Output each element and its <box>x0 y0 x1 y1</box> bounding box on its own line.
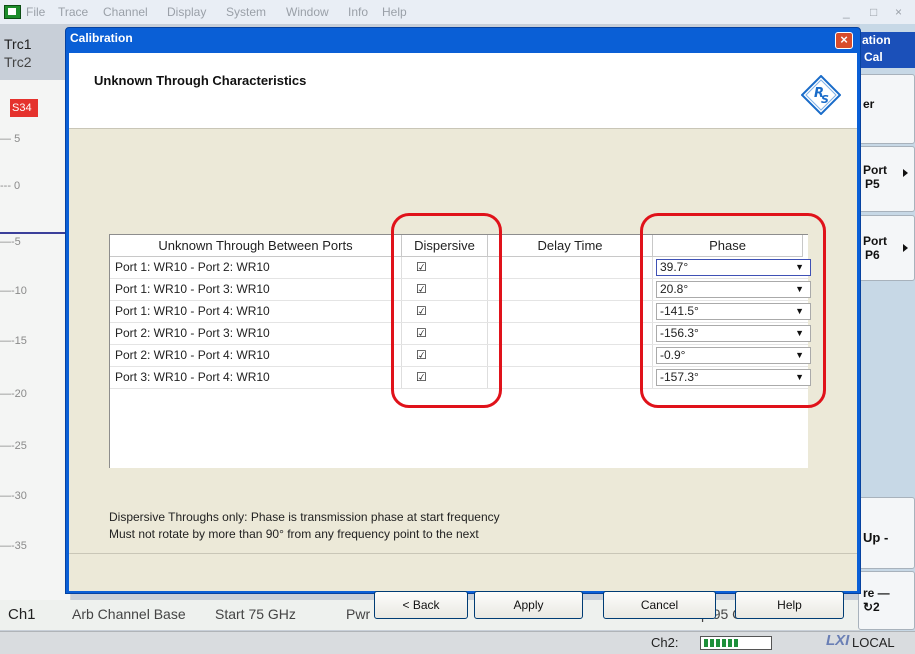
trace-line <box>0 232 70 234</box>
dialog-header: Unknown Through Characteristics R S <box>69 53 857 129</box>
restore-icon[interactable]: □ <box>870 5 877 19</box>
menu-window[interactable]: Window <box>286 5 329 19</box>
dialog-title: Calibration <box>70 31 133 45</box>
menu-info[interactable]: Info <box>348 5 368 19</box>
status-bar <box>0 631 915 654</box>
local-status: LOCAL <box>852 635 895 650</box>
port-pair-label: Port 1: WR10 - Port 2: WR10 <box>115 260 270 274</box>
dialog-body: Unknown Through Characteristics R S Unkn… <box>69 53 857 619</box>
note-line-1: Dispersive Throughs only: Phase is trans… <box>109 510 500 524</box>
port-pair-label: Port 3: WR10 - Port 4: WR10 <box>115 370 270 384</box>
channel-label: Ch1 <box>8 606 36 623</box>
softkey-up[interactable]: Up - <box>858 497 915 569</box>
trace-label-trc2[interactable]: Trc2 <box>4 54 32 70</box>
start-frequency[interactable]: Start 75 GHz <box>215 606 296 622</box>
y-tick: —-15 <box>0 335 27 347</box>
port-pair-label: Port 2: WR10 - Port 3: WR10 <box>115 326 270 340</box>
softkey-port-p5[interactable]: Port P5 <box>858 146 915 212</box>
ch2-progress-meter <box>700 636 772 650</box>
phase-highlight <box>640 213 826 408</box>
menu-bar: File Trace Channel Display System Window… <box>0 0 915 24</box>
y-tick: —-10 <box>0 285 27 297</box>
trace-label-trc1[interactable]: Trc1 <box>4 36 31 52</box>
submenu-arrow-icon <box>903 169 908 177</box>
column-header-ports: Unknown Through Between Ports <box>110 235 402 257</box>
trace-label-s34[interactable]: S34 <box>10 99 38 117</box>
port-pair-label: Port 1: WR10 - Port 4: WR10 <box>115 304 270 318</box>
note-line-2: Must not rotate by more than 90° from an… <box>109 527 479 541</box>
back-button[interactable]: < Back <box>374 591 468 619</box>
apply-button[interactable]: Apply <box>474 591 583 619</box>
help-button[interactable]: Help <box>735 591 844 619</box>
y-tick: —-35 <box>0 540 27 552</box>
port-pair-label: Port 1: WR10 - Port 3: WR10 <box>115 282 270 296</box>
y-tick: --- 0 <box>0 180 21 192</box>
softkey-port-p6[interactable]: Port P6 <box>858 215 915 281</box>
softkey-1[interactable]: er <box>858 74 915 144</box>
port-pair-label: Port 2: WR10 - Port 4: WR10 <box>115 348 270 362</box>
y-tick: —-20 <box>0 388 27 400</box>
channel-base: Arb Channel Base <box>72 606 186 622</box>
menu-system[interactable]: System <box>226 5 266 19</box>
calibration-dialog: Calibration × Unknown Through Characteri… <box>65 27 861 619</box>
close-window-icon[interactable]: × <box>895 5 902 19</box>
dispersive-highlight <box>391 213 502 408</box>
menu-trace[interactable]: Trace <box>58 5 88 19</box>
ch2-label: Ch2: <box>651 635 679 650</box>
column-header-delay-time: Delay Time <box>488 235 653 257</box>
svg-text:S: S <box>821 93 829 106</box>
app-icon <box>4 5 21 19</box>
menu-file[interactable]: File <box>26 5 45 19</box>
cancel-button[interactable]: Cancel <box>603 591 716 619</box>
close-icon[interactable]: × <box>835 32 853 49</box>
softkey-more[interactable]: re — ↻2 <box>858 571 915 630</box>
dialog-divider <box>69 553 857 554</box>
trace-diagram-area: — 5 --- 0 —-5 —-10 —-15 —-20 —-25 —-30 —… <box>0 80 71 600</box>
softkey-panel-title: ation Cal <box>858 32 915 68</box>
y-tick: —-25 <box>0 440 27 452</box>
rohde-schwarz-logo-icon: R S <box>801 75 841 115</box>
y-tick: —-30 <box>0 490 27 502</box>
y-tick: —-5 <box>0 236 21 248</box>
lxi-logo: LXI <box>826 632 850 649</box>
menu-display[interactable]: Display <box>167 5 206 19</box>
submenu-arrow-icon <box>903 244 908 252</box>
menu-help[interactable]: Help <box>382 5 407 19</box>
minimize-icon[interactable]: _ <box>843 5 850 19</box>
page-title: Unknown Through Characteristics <box>94 73 307 88</box>
y-tick: — 5 <box>0 133 21 145</box>
menu-channel[interactable]: Channel <box>103 5 148 19</box>
